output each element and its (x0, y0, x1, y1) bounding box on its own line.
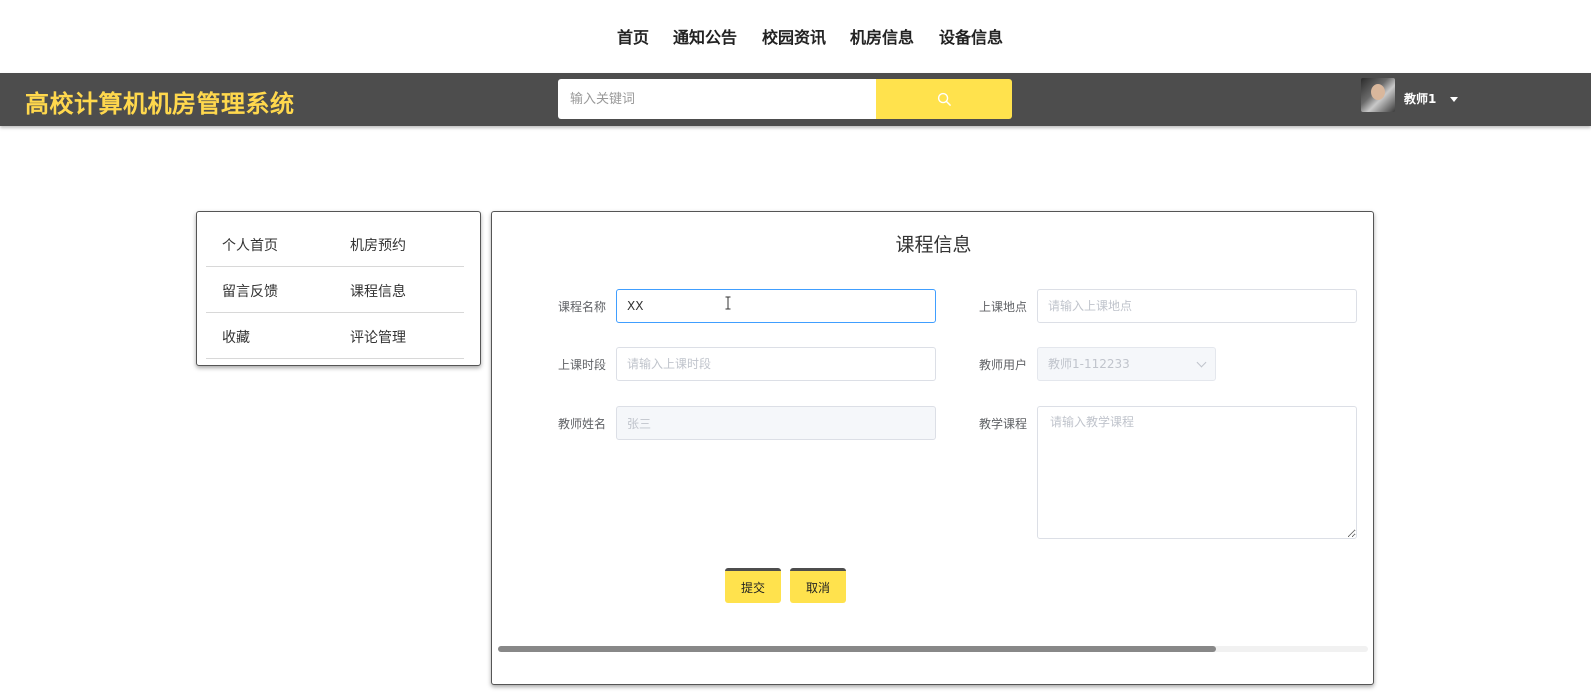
location-label: 上课地点 (979, 300, 1028, 314)
side-menu: 个人首页 机房预约 留言反馈 课程信息 收藏 评论管理 (196, 211, 481, 366)
time-slot-input[interactable] (616, 347, 936, 381)
text-cursor-icon (725, 296, 731, 310)
nav-equipment-info[interactable]: 设备信息 (939, 24, 1003, 48)
side-menu-row: 留言反馈 课程信息 (206, 267, 464, 313)
nav-campus-news[interactable]: 校园资讯 (762, 24, 826, 48)
nav-home[interactable]: 首页 (617, 24, 649, 48)
side-menu-lab-booking[interactable]: 机房预约 (350, 235, 406, 255)
course-form-panel: 课程信息 课程名称 上课时段 教师姓名 上课地点 教师用户 教师1-112233… (491, 211, 1374, 685)
top-nav: 首页 通知公告 校园资讯 机房信息 设备信息 (0, 0, 1591, 73)
side-menu-row: 收藏 评论管理 (206, 313, 464, 359)
teaching-course-label: 教学课程 (979, 417, 1028, 431)
chevron-down-icon (1196, 357, 1207, 368)
caret-down-icon[interactable] (1450, 97, 1458, 102)
location-input[interactable] (1037, 289, 1357, 323)
search-input[interactable] (558, 79, 876, 119)
page-title: 课程信息 (895, 234, 972, 256)
side-menu-personal-home[interactable]: 个人首页 (222, 235, 278, 255)
horizontal-scrollbar[interactable] (498, 646, 1368, 652)
teacher-user-select: 教师1-112233 (1037, 347, 1216, 381)
teaching-course-textarea[interactable] (1037, 406, 1357, 539)
side-menu-favorites[interactable]: 收藏 (222, 327, 250, 347)
side-menu-comment-management[interactable]: 评论管理 (350, 327, 406, 347)
nav-notices[interactable]: 通知公告 (673, 24, 737, 48)
site-title[interactable]: 高校计算机机房管理系统 (25, 84, 295, 119)
time-slot-label: 上课时段 (558, 358, 607, 372)
nav-lab-info[interactable]: 机房信息 (850, 24, 914, 48)
side-menu-course-info[interactable]: 课程信息 (350, 281, 406, 301)
submit-button[interactable]: 提交 (725, 568, 781, 603)
scrollbar-thumb[interactable] (498, 646, 1216, 652)
cancel-button[interactable]: 取消 (790, 568, 846, 603)
teacher-name-label: 教师姓名 (558, 417, 607, 431)
side-menu-feedback[interactable]: 留言反馈 (222, 281, 278, 301)
avatar[interactable] (1361, 78, 1395, 112)
search-button[interactable] (876, 79, 1012, 119)
header-bar: 高校计算机机房管理系统 教师1 (0, 73, 1591, 126)
course-name-label: 课程名称 (558, 300, 607, 314)
teacher-user-value: 教师1-112233 (1048, 357, 1130, 371)
user-name[interactable]: 教师1 (1404, 90, 1436, 107)
teacher-user-label: 教师用户 (979, 358, 1028, 372)
side-menu-row: 个人首页 机房预约 (206, 221, 464, 267)
search-icon (937, 92, 951, 106)
course-name-input[interactable] (616, 289, 936, 323)
teacher-name-input (616, 406, 936, 440)
